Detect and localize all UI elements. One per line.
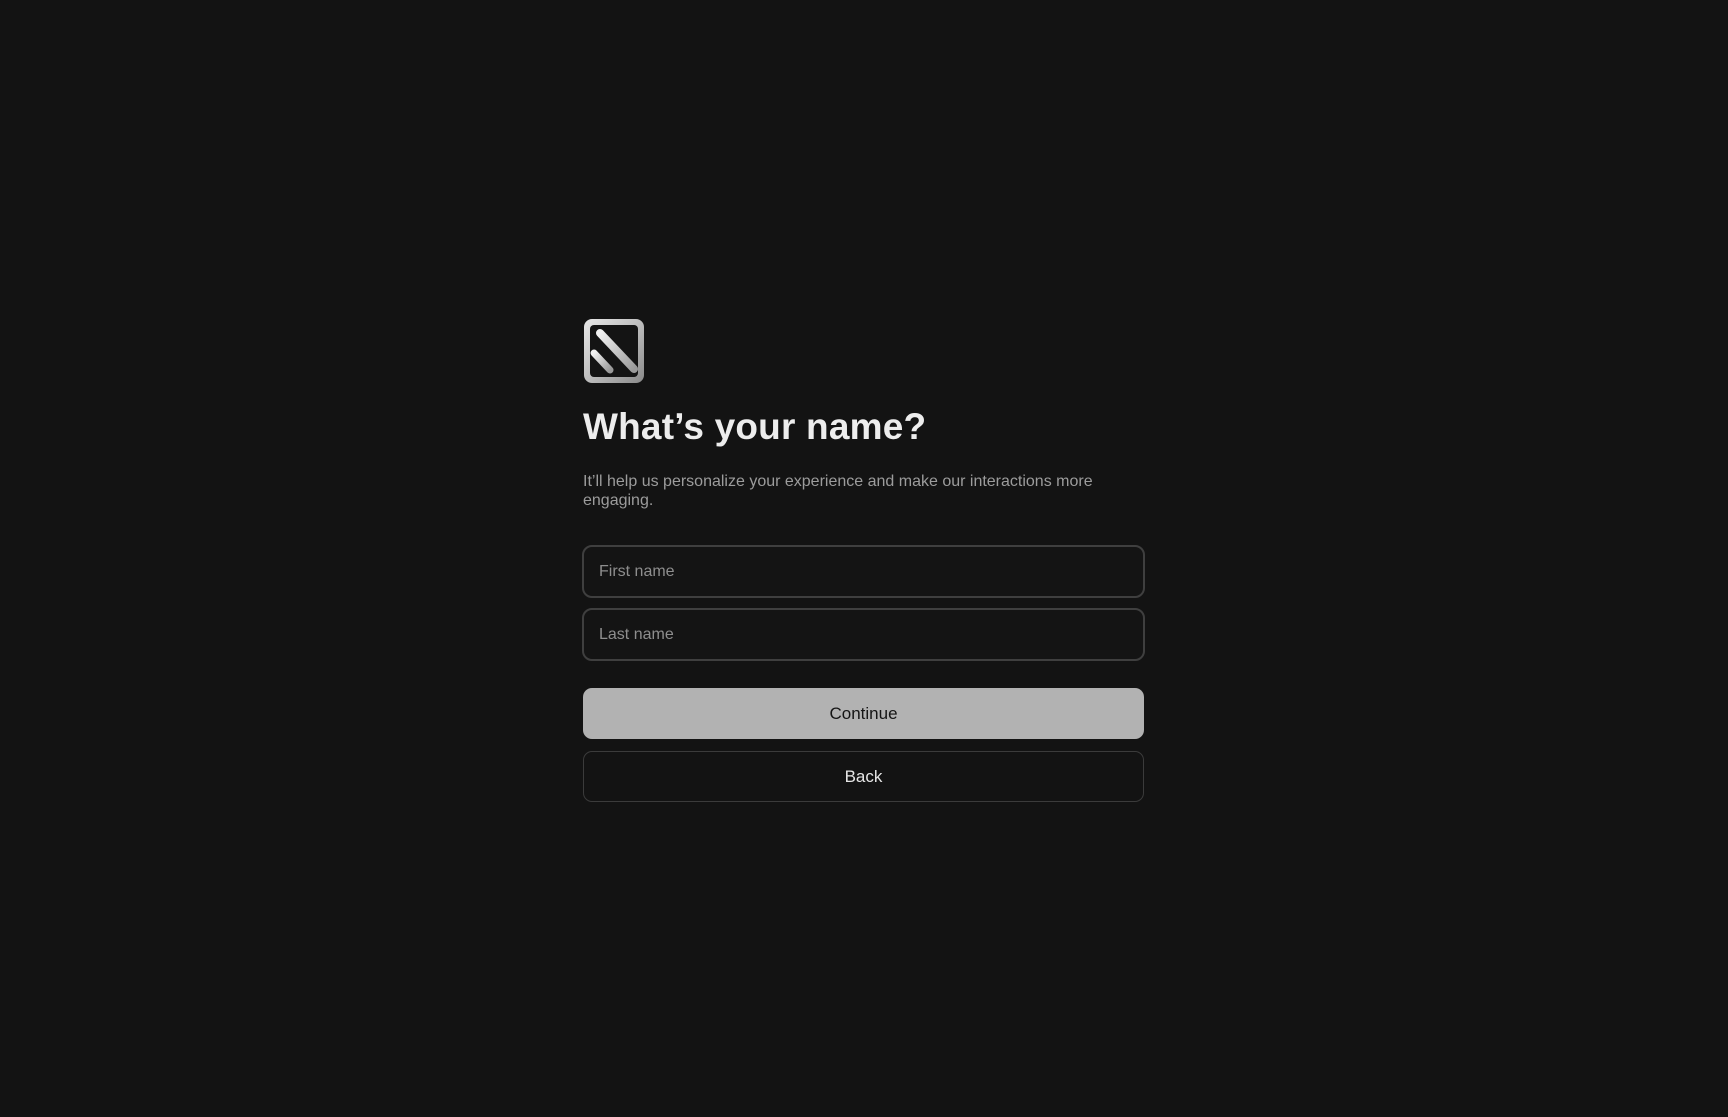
app-logo-icon <box>584 319 644 383</box>
app-logo <box>583 318 1144 384</box>
continue-button[interactable]: Continue <box>583 688 1144 739</box>
back-button[interactable]: Back <box>583 751 1144 802</box>
page-subtitle: It’ll help us personalize your experienc… <box>583 473 1093 509</box>
first-name-input[interactable] <box>582 545 1145 598</box>
page-title: What’s your name? <box>583 406 927 447</box>
name-form-container: What’s your name? It’ll help us personal… <box>582 318 1145 802</box>
last-name-input[interactable] <box>582 608 1145 661</box>
